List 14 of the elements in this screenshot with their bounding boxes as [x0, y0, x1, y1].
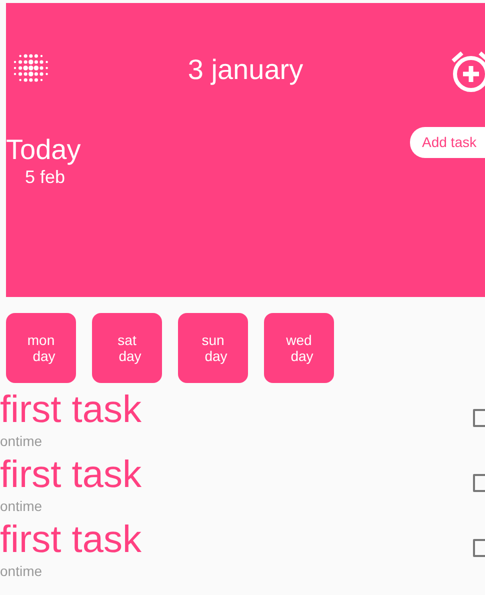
task-title: first task: [0, 391, 142, 429]
add-task-button[interactable]: Add task: [410, 127, 485, 158]
task-title: first task: [0, 521, 142, 559]
task-status: ontime: [0, 564, 42, 578]
today-label: Today: [6, 135, 81, 166]
day-button[interactable]: mon day: [6, 313, 76, 383]
task-status: ontime: [0, 499, 42, 513]
day-button[interactable]: wed day: [264, 313, 334, 383]
task-title: first task: [0, 456, 142, 494]
date-title: 3 january: [188, 53, 304, 87]
task-status: ontime: [0, 434, 42, 448]
today-date: 5 feb: [25, 167, 66, 189]
day-button[interactable]: sun day: [178, 313, 248, 383]
day-button[interactable]: sat day: [92, 313, 162, 383]
